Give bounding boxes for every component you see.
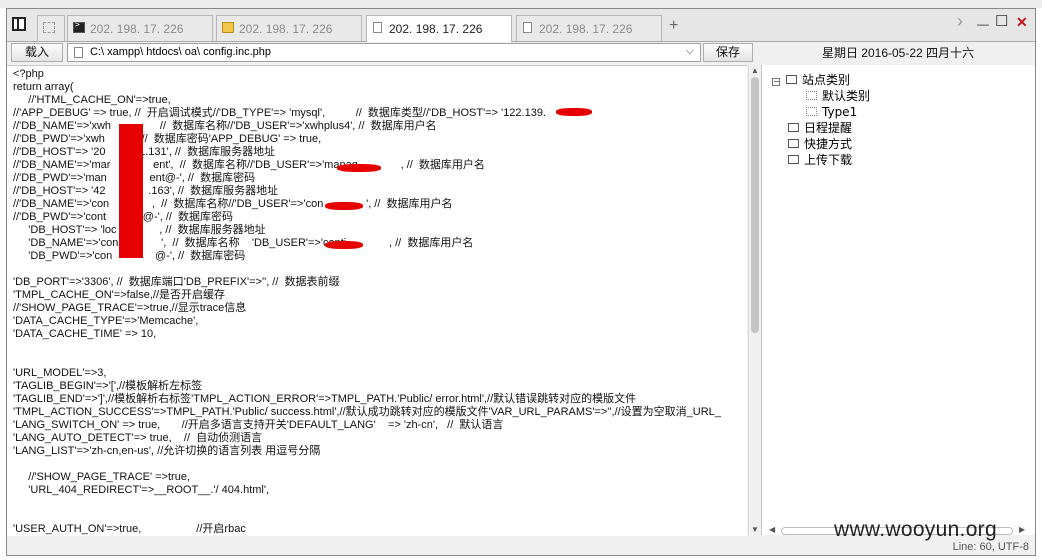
- code-line: 'URL_MODEL'=>3,: [13, 367, 107, 379]
- tab-4[interactable]: 202. 198. 17. 226: [516, 15, 662, 41]
- tab-label: 202. 198. 17. 226: [389, 22, 483, 36]
- tab-2[interactable]: 202. 198. 17. 226: [216, 15, 362, 41]
- document-icon: [74, 47, 83, 58]
- tab-blank[interactable]: [37, 15, 65, 41]
- transfer-icon: [788, 155, 799, 164]
- clock-icon: [788, 123, 799, 132]
- scroll-up-icon[interactable]: ▲: [751, 66, 759, 75]
- tree-node-site-category[interactable]: − 站点类别: [772, 73, 850, 87]
- tab-1[interactable]: 202. 198. 17. 226: [67, 15, 213, 41]
- tree-node-label: 站点类别: [802, 73, 851, 87]
- editor-vertical-scrollbar[interactable]: ▲ ▼: [748, 65, 761, 535]
- code-line: //'APP_DEBUG' => true, // 开启调试模式//'DB_TY…: [13, 107, 547, 119]
- scrollbar-thumb[interactable]: [751, 77, 759, 333]
- redaction-mark: [119, 124, 143, 258]
- collapse-icon[interactable]: −: [772, 78, 780, 86]
- tree-node-default-category[interactable]: 默认类别: [806, 89, 870, 103]
- code-line: 'USER_AUTH_ON'=>true, //开启rbac: [13, 523, 246, 535]
- maximize-icon[interactable]: ☐: [995, 14, 1008, 29]
- file-path: C:\ xampp\ htdocs\ oa\ config.inc.php: [90, 46, 271, 58]
- code-editor[interactable]: <?php return array( //'HTML_CACHE_ON'=>tr…: [7, 65, 747, 536]
- redaction-mark: [337, 164, 381, 172]
- tree-node-label: Type1: [822, 105, 858, 119]
- sidebar-toggle-icon[interactable]: [12, 17, 26, 31]
- shortcut-icon: [788, 139, 799, 148]
- code-line: 'LANG_SWITCH_ON' => true, //开启多语言支持开关'DE…: [13, 419, 504, 431]
- save-button[interactable]: 保存: [703, 43, 753, 62]
- redaction-mark: [556, 108, 592, 116]
- tab-3-active[interactable]: 202. 198. 17. 226: [366, 15, 512, 42]
- file-path-select[interactable]: C:\ xampp\ htdocs\ oa\ config.inc.php ⌵: [67, 43, 701, 62]
- scroll-right-icon[interactable]: ▶: [1019, 525, 1025, 534]
- status-bar-text: Line: 60, UTF-8: [952, 541, 1029, 553]
- code-line: 'LANG_LIST'=>'zh-cn,en-us', //允许切换的语言列表 …: [13, 445, 321, 457]
- tree-node-type1[interactable]: Type1: [806, 105, 857, 119]
- code-line: 'DB_PORT'=>'3306', // 数据库端口'DB_PREFIX'=>…: [13, 276, 340, 288]
- tree-node-shortcuts[interactable]: 快捷方式: [788, 137, 852, 151]
- code-line: 'TAGLIB_END'=>']',//模板解析右标签'TMPL_ACTION_…: [13, 393, 637, 405]
- toolbar: 载入 C:\ xampp\ htdocs\ oa\ config.inc.php…: [7, 42, 759, 64]
- redaction-mark: [325, 241, 363, 249]
- scroll-down-icon[interactable]: ▼: [751, 525, 759, 534]
- tree-node-label: 快捷方式: [804, 137, 853, 151]
- grid-icon: [43, 22, 55, 33]
- tree-node-upload-download[interactable]: 上传下载: [788, 153, 852, 167]
- app-window: 202. 198. 17. 226 202. 198. 17. 226 202.…: [6, 8, 1036, 556]
- code-line: 'DATA_CACHE_TYPE'=>'Memcache',: [13, 315, 199, 327]
- site-tree-panel: − 站点类别 默认类别 Type1 日程提醒 快捷方式 上传下载: [761, 65, 1035, 535]
- tab-label: 202. 198. 17. 226: [539, 22, 633, 36]
- category-icon: [806, 107, 817, 116]
- tree-node-schedule-reminder[interactable]: 日程提醒: [788, 121, 852, 135]
- top-strip: [0, 0, 1042, 8]
- code-line: 'TAGLIB_BEGIN'=>'[',//模板解析左标签: [13, 380, 203, 392]
- redaction-mark: [325, 202, 363, 210]
- folder-icon: [786, 75, 797, 84]
- close-icon[interactable]: ✕: [1016, 15, 1028, 29]
- tab-label: 202. 198. 17. 226: [239, 22, 333, 36]
- load-button[interactable]: 载入: [11, 43, 63, 62]
- document-icon: [373, 22, 382, 33]
- watermark-text: www.wooyun.org: [834, 518, 997, 541]
- code-line: //'SHOW_PAGE_TRACE' =>true,: [13, 471, 190, 483]
- tree-node-label: 默认类别: [822, 89, 871, 103]
- code-line: //'HTML_CACHE_ON'=>true,: [13, 94, 171, 106]
- add-tab-button[interactable]: +: [669, 18, 678, 34]
- code-line: 'LANG_AUTO_DETECT'=> true, // 自动侦测语言: [13, 432, 263, 444]
- chevron-down-icon[interactable]: ⌵: [686, 45, 694, 58]
- scroll-left-icon[interactable]: ◀: [769, 525, 775, 534]
- code-line: 'DATA_CACHE_TIME' => 10,: [13, 328, 157, 340]
- chevron-right-icon[interactable]: ›: [957, 12, 963, 30]
- code-line: 'URL_404_REDIRECT'=>__ROOT__.'/ 404.html…: [13, 484, 270, 496]
- tab-bar: 202. 198. 17. 226 202. 198. 17. 226 202.…: [7, 9, 1035, 42]
- tab-label: 202. 198. 17. 226: [90, 22, 184, 36]
- folder-icon: [222, 22, 234, 33]
- tree-node-label: 上传下载: [804, 153, 853, 167]
- code-line: //'SHOW_PAGE_TRACE'=>true,//显示trace信息: [13, 302, 247, 314]
- document-icon: [523, 22, 532, 33]
- terminal-icon: [73, 20, 85, 33]
- minimize-icon[interactable]: —: [977, 17, 989, 31]
- code-line: <?php: [13, 68, 44, 80]
- code-line: 'TMPL_ACTION_SUCCESS'=>TMPL_PATH.'Public…: [13, 406, 721, 418]
- tree-node-label: 日程提醒: [804, 121, 853, 135]
- category-icon: [806, 91, 817, 100]
- code-line: return array(: [13, 81, 74, 93]
- code-line: 'TMPL_CACHE_ON'=>false,//是否开启缓存: [13, 289, 226, 301]
- date-header: 星期日 2016-05-22 四月十六: [761, 42, 1035, 64]
